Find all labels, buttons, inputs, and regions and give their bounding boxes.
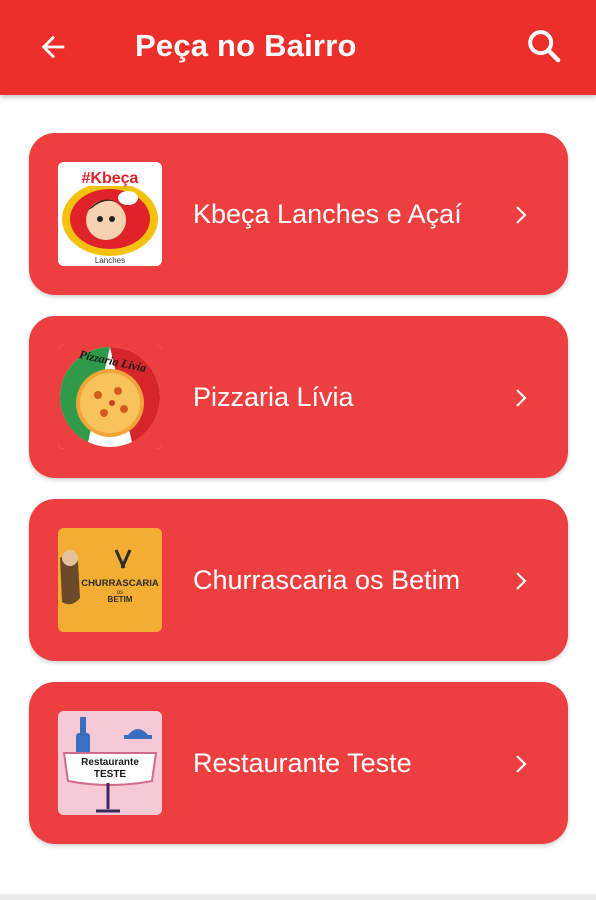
chevron-right-icon [505,383,535,413]
bottom-edge [0,894,596,900]
chevron-right-icon [505,566,535,596]
churrascaria-logo-text: CHURRASCARIA [81,578,159,589]
search-icon [528,30,561,63]
restaurant-name: Churrascaria os Betim [193,565,461,595]
restaurant-logo-kbeca: #Kbeça Lanches [58,162,162,266]
restaurant-card[interactable]: Restaurante TESTE Restaurante Teste [29,682,568,844]
search-button[interactable] [518,20,570,72]
restaurant-card[interactable]: #Kbeça Lanches Kbeça Lanches e Açaí [29,133,568,295]
restaurant-card[interactable]: Pizzaria Livia Pizzaria Lívia [29,316,568,478]
chevron-right-icon [505,749,535,779]
kbeca-logo-subtext: Lanches [95,256,125,265]
app-screen: Peça no Bairro #Kbeça Lanches Kbeça Lanc… [0,0,596,900]
teste-logo-text: Restaurante [81,757,139,768]
restaurant-logo-pizzaria: Pizzaria Livia [58,345,162,449]
churrascaria-logo-subtext: BETIM [108,595,133,604]
restaurant-name: Restaurante Teste [193,748,412,778]
app-bar: Peça no Bairro [0,0,596,95]
arrow-left-icon [41,35,65,59]
kbeca-logo-text: #Kbeça [82,170,139,187]
page-title: Peça no Bairro [135,28,357,63]
restaurant-name: Kbeça Lanches e Açaí [193,199,462,229]
chevron-right-icon [505,200,535,230]
teste-logo-subtext: TESTE [94,769,127,780]
restaurant-logo-churrascaria: CHURRASCARIA os BETIM [58,528,162,632]
restaurant-name: Pizzaria Lívia [193,382,354,412]
restaurant-card[interactable]: CHURRASCARIA os BETIM Churrascaria os Be… [29,499,568,661]
restaurant-list: #Kbeça Lanches Kbeça Lanches e Açaí Pizz… [29,133,568,865]
restaurant-logo-teste: Restaurante TESTE [58,711,162,815]
back-button[interactable] [28,22,78,72]
